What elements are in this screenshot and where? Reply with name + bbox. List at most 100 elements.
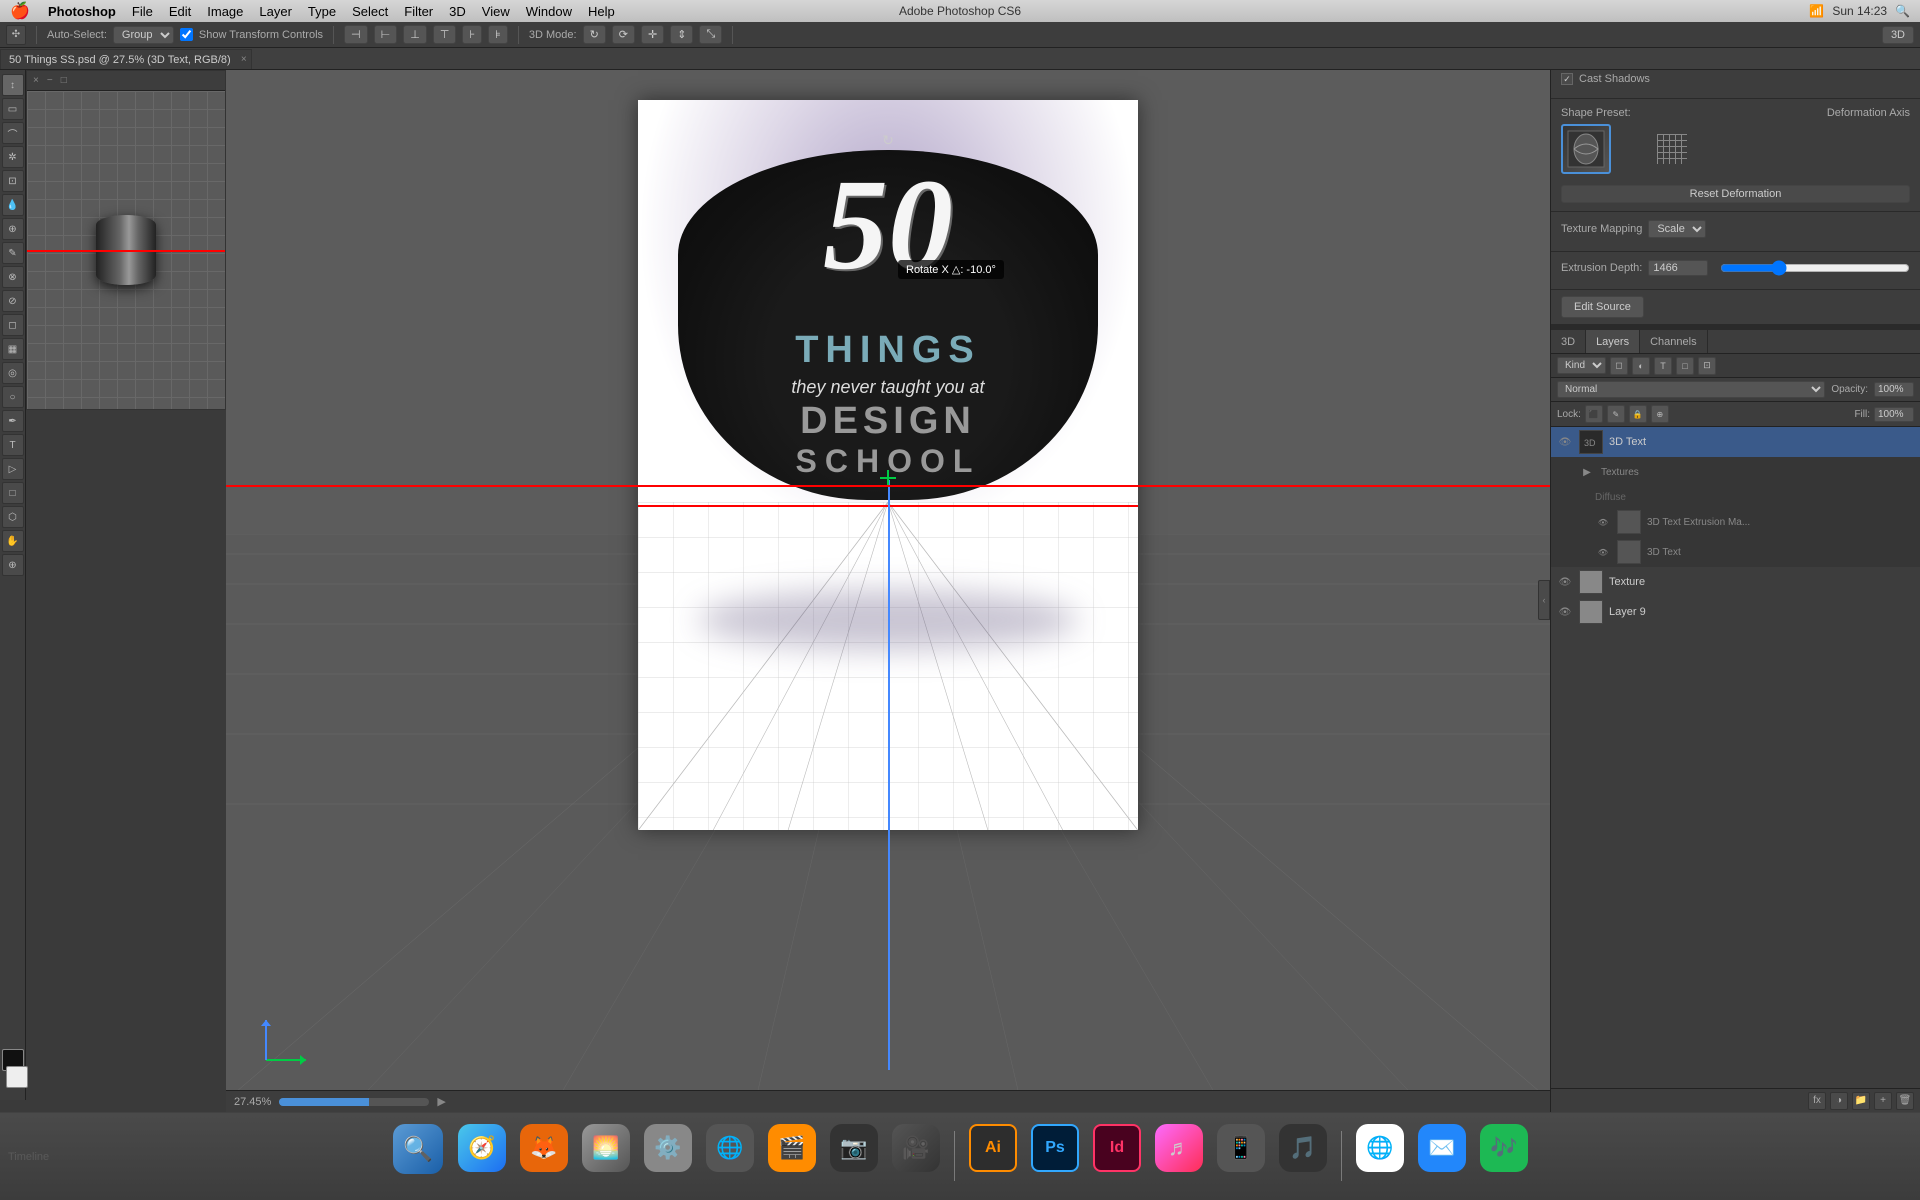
tool-clone[interactable]: ⊗ <box>2 266 24 288</box>
align-left-btn[interactable]: ⊣ <box>344 25 368 44</box>
tab-3d[interactable]: 3D <box>1551 330 1586 353</box>
dock-ps[interactable]: Ps <box>1027 1124 1083 1188</box>
adj-btn[interactable]: ◑ <box>1830 1092 1848 1110</box>
3d-roll-btn[interactable]: ⟳ <box>612 25 635 44</box>
layer-9[interactable]: 👁 Layer 9 <box>1551 597 1920 627</box>
lock-px-btn[interactable]: ⬛ <box>1585 405 1603 423</box>
tool-lasso[interactable]: ⌒ <box>2 122 24 144</box>
mini-hide-btn[interactable]: − <box>47 75 53 86</box>
menu-layer[interactable]: Layer <box>251 0 300 22</box>
dock-quicktime[interactable]: 🎥 <box>888 1124 944 1188</box>
tool-magic-wand[interactable]: ✲ <box>2 146 24 168</box>
layers-filter-adjust[interactable]: ◐ <box>1632 357 1650 375</box>
tool-zoom[interactable]: ⊕ <box>2 554 24 576</box>
layer-3dtext-sub[interactable]: 👁 3D Text <box>1551 537 1920 567</box>
dock-mail[interactable]: ✉️ <box>1414 1124 1470 1188</box>
reset-deformation-btn[interactable]: Reset Deformation <box>1561 185 1910 203</box>
tool-hand[interactable]: ✋ <box>2 530 24 552</box>
transform-checkbox[interactable] <box>180 28 193 41</box>
tool-spot-heal[interactable]: ⊕ <box>2 218 24 240</box>
dock-music2[interactable]: 🎵 <box>1275 1124 1331 1188</box>
dock-vlc[interactable]: 🎬 <box>764 1124 820 1188</box>
layer-textures[interactable]: ▶ Textures <box>1551 457 1920 487</box>
dock-firefox[interactable]: 🦊 <box>516 1124 572 1188</box>
delete-layer-btn[interactable]: 🗑 <box>1896 1092 1914 1110</box>
menu-view[interactable]: View <box>474 0 518 22</box>
tool-crop[interactable]: ⊡ <box>2 170 24 192</box>
tool-3d-obj[interactable]: ⬡ <box>2 506 24 528</box>
tool-blur[interactable]: ◎ <box>2 362 24 384</box>
tool-gradient[interactable]: ▦ <box>2 338 24 360</box>
dock-chrome[interactable]: 🌐 <box>1352 1124 1408 1188</box>
dock-spotify[interactable]: 🎶 <box>1476 1124 1532 1188</box>
lock-art-btn[interactable]: ⊕ <box>1651 405 1669 423</box>
layers-filter-shape[interactable]: □ <box>1676 357 1694 375</box>
fill-input[interactable] <box>1874 407 1914 422</box>
3d-scale-btn[interactable]: ⤡ <box>699 25 722 44</box>
tab-channels[interactable]: Channels <box>1640 330 1707 353</box>
dock-firefox2[interactable]: 🌐 <box>702 1124 758 1188</box>
tool-eyedropper[interactable]: 💧 <box>2 194 24 216</box>
move-tool[interactable]: ✣ <box>6 25 26 45</box>
layers-filter-smart[interactable]: ⊡ <box>1698 357 1716 375</box>
dock-camera[interactable]: 📷 <box>826 1124 882 1188</box>
align-center-btn[interactable]: ⊢ <box>374 25 398 44</box>
menu-help[interactable]: Help <box>580 0 623 22</box>
menu-filter[interactable]: Filter <box>396 0 441 22</box>
dock-ai[interactable]: Ai <box>965 1124 1021 1188</box>
layers-kind-select[interactable]: Kind <box>1557 357 1606 374</box>
autoselect-select[interactable]: Group Layer <box>113 26 174 44</box>
tool-path-select[interactable]: ▷ <box>2 458 24 480</box>
align-right-btn[interactable]: ⊥ <box>403 25 427 44</box>
menu-image[interactable]: Image <box>199 0 251 22</box>
lock-all-btn[interactable]: 🔒 <box>1629 405 1647 423</box>
menu-photoshop[interactable]: Photoshop <box>40 0 124 22</box>
texture-mapping-select[interactable]: Scale Tile <box>1648 220 1706 238</box>
layer-9-eye[interactable]: 👁 <box>1557 604 1573 620</box>
layer-3dtext-eye[interactable]: 👁 <box>1557 434 1573 450</box>
cast-shadows-checkbox[interactable] <box>1561 73 1573 85</box>
tab-layers[interactable]: Layers <box>1586 330 1640 353</box>
dock-finder[interactable]: 🔍 <box>388 1124 448 1188</box>
dock-prefs[interactable]: ⚙️ <box>640 1124 696 1188</box>
mini-expand-btn[interactable]: □ <box>61 75 67 86</box>
layers-filter-type[interactable]: T <box>1654 357 1672 375</box>
right-collapse-btn[interactable]: ‹ <box>1538 580 1550 620</box>
mini-close-btn[interactable]: × <box>33 75 39 86</box>
document-tab[interactable]: 50 Things SS.psd @ 27.5% (3D Text, RGB/8… <box>0 49 252 69</box>
3d-pan-btn[interactable]: ✛ <box>641 25 664 44</box>
tool-move[interactable]: ↕ <box>2 74 24 96</box>
dock-itunes[interactable]: ♬ <box>1151 1124 1207 1188</box>
dock-photos[interactable]: 🌅 <box>578 1124 634 1188</box>
layer-3dtext[interactable]: 👁 3D 3D Text <box>1551 427 1920 457</box>
opacity-input[interactable] <box>1874 382 1914 397</box>
menu-select[interactable]: Select <box>344 0 396 22</box>
tool-dodge[interactable]: ○ <box>2 386 24 408</box>
align-bottom-btn[interactable]: ⊧ <box>488 25 508 44</box>
layer-3dtext-sub-eye[interactable]: 👁 <box>1595 544 1611 560</box>
menu-window[interactable]: Window <box>518 0 580 22</box>
align-top-btn[interactable]: ⊤ <box>433 25 457 44</box>
canvas-3d-viewport[interactable]: 50 THINGS they never taught you at DESIG… <box>226 70 1550 1100</box>
background-color[interactable] <box>6 1066 28 1088</box>
extrusion-depth-input[interactable] <box>1648 260 1708 276</box>
tool-pen[interactable]: ✒ <box>2 410 24 432</box>
layer-textures-expand[interactable]: ▶ <box>1579 464 1595 480</box>
menu-type[interactable]: Type <box>300 0 344 22</box>
search-icon[interactable]: 🔍 <box>1895 4 1910 18</box>
tool-brush[interactable]: ✎ <box>2 242 24 264</box>
menu-file[interactable]: File <box>124 0 161 22</box>
tool-select-rect[interactable]: ▭ <box>2 98 24 120</box>
align-middle-btn[interactable]: ⊦ <box>462 25 482 44</box>
blending-mode-select[interactable]: Normal <box>1557 381 1825 398</box>
tool-history[interactable]: ⊘ <box>2 290 24 312</box>
3d-slide-btn[interactable]: ⇕ <box>670 25 693 44</box>
tool-eraser[interactable]: ◻ <box>2 314 24 336</box>
fx-btn[interactable]: fx <box>1808 1092 1826 1110</box>
menu-edit[interactable]: Edit <box>161 0 199 22</box>
apple-menu[interactable]: 🍎 <box>0 1 40 21</box>
tool-type[interactable]: T <box>2 434 24 456</box>
dock-phone[interactable]: 📱 <box>1213 1124 1269 1188</box>
new-layer-btn[interactable]: + <box>1874 1092 1892 1110</box>
layer-texture[interactable]: 👁 Texture <box>1551 567 1920 597</box>
